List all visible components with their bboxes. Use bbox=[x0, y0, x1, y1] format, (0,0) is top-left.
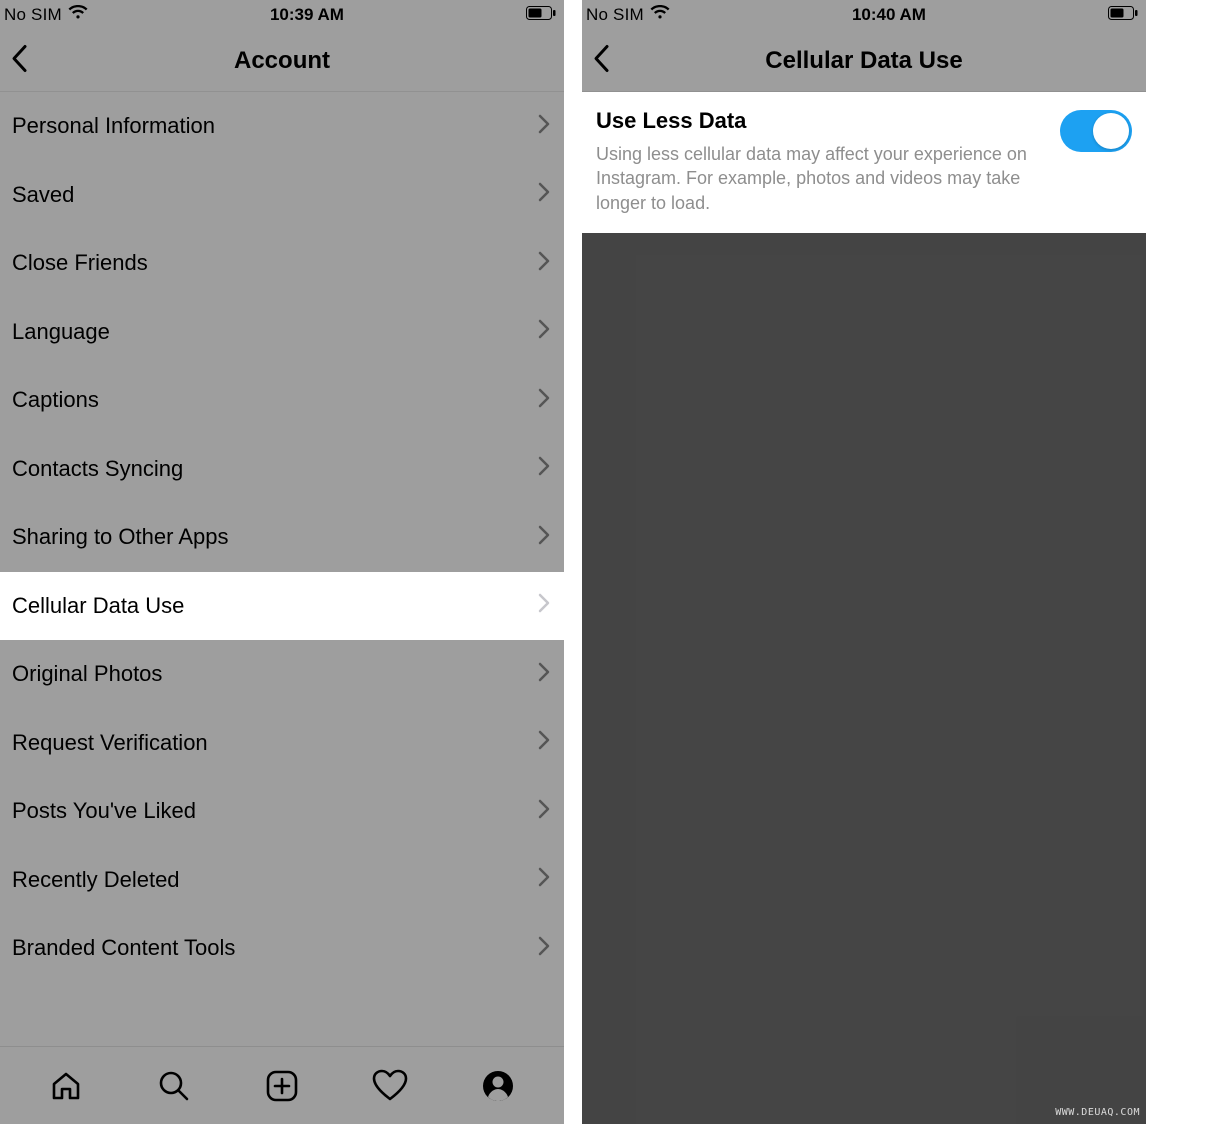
settings-row-contacts-syncing[interactable]: Contacts Syncing bbox=[0, 435, 564, 504]
settings-list[interactable]: Personal Information Saved Close Friends La… bbox=[0, 92, 564, 1046]
row-label: Recently Deleted bbox=[12, 867, 538, 893]
settings-row-branded-content-tools[interactable]: Branded Content Tools bbox=[0, 914, 564, 983]
row-label: Request Verification bbox=[12, 730, 538, 756]
carrier-label: No SIM bbox=[586, 5, 644, 25]
status-time: 10:39 AM bbox=[270, 5, 344, 25]
tab-search[interactable] bbox=[149, 1069, 199, 1103]
chevron-right-icon bbox=[538, 593, 550, 618]
battery-icon bbox=[1108, 5, 1138, 25]
battery-icon bbox=[526, 5, 556, 25]
empty-area bbox=[582, 233, 1146, 1124]
cellular-data-screen: No SIM 10:40 AM Cellular Data Use Use Le… bbox=[582, 0, 1146, 1124]
row-label: Cellular Data Use bbox=[12, 593, 538, 619]
row-label: Sharing to Other Apps bbox=[12, 524, 538, 550]
nav-title: Cellular Data Use bbox=[582, 47, 1146, 75]
tab-profile[interactable] bbox=[473, 1069, 523, 1103]
row-label: Saved bbox=[12, 182, 538, 208]
row-label: Personal Information bbox=[12, 113, 538, 139]
row-label: Captions bbox=[12, 387, 538, 413]
screenshot-gap bbox=[564, 0, 582, 1124]
settings-row-personal-information[interactable]: Personal Information bbox=[0, 92, 564, 161]
back-button[interactable] bbox=[592, 43, 610, 78]
chevron-right-icon bbox=[538, 730, 550, 755]
chevron-right-icon bbox=[538, 114, 550, 139]
use-less-data-toggle[interactable] bbox=[1060, 110, 1132, 152]
use-less-data-row: Use Less Data Using less cellular data m… bbox=[582, 92, 1146, 233]
chevron-right-icon bbox=[538, 936, 550, 961]
wifi-icon bbox=[68, 5, 88, 25]
settings-row-language[interactable]: Language bbox=[0, 298, 564, 367]
chevron-right-icon bbox=[538, 319, 550, 344]
screenshot-gap-right bbox=[1146, 0, 1227, 1124]
setting-description: Using less cellular data may affect your… bbox=[596, 142, 1036, 215]
row-label: Language bbox=[12, 319, 538, 345]
chevron-right-icon bbox=[538, 251, 550, 276]
tab-home[interactable] bbox=[41, 1069, 91, 1103]
chevron-right-icon bbox=[538, 456, 550, 481]
settings-row-recently-deleted[interactable]: Recently Deleted bbox=[0, 846, 564, 915]
settings-row-close-friends[interactable]: Close Friends bbox=[0, 229, 564, 298]
back-button[interactable] bbox=[10, 43, 28, 78]
row-label: Posts You've Liked bbox=[12, 798, 538, 824]
row-label: Contacts Syncing bbox=[12, 456, 538, 482]
settings-row-original-photos[interactable]: Original Photos bbox=[0, 640, 564, 709]
carrier-label: No SIM bbox=[4, 5, 62, 25]
settings-row-posts-you-ve-liked[interactable]: Posts You've Liked bbox=[0, 777, 564, 846]
settings-row-request-verification[interactable]: Request Verification bbox=[0, 709, 564, 778]
status-time: 10:40 AM bbox=[852, 5, 926, 25]
row-label: Original Photos bbox=[12, 661, 538, 687]
settings-row-saved[interactable]: Saved bbox=[0, 161, 564, 230]
toggle-knob bbox=[1093, 113, 1129, 149]
tab-activity[interactable] bbox=[365, 1069, 415, 1103]
status-left: No SIM bbox=[4, 5, 88, 25]
chevron-right-icon bbox=[538, 388, 550, 413]
nav-bar: Account bbox=[0, 30, 564, 92]
chevron-right-icon bbox=[538, 799, 550, 824]
row-label: Close Friends bbox=[12, 250, 538, 276]
account-settings-screen: No SIM 10:39 AM Account Personal Informa… bbox=[0, 0, 564, 1124]
watermark: WWW.DEUAQ.COM bbox=[1055, 1107, 1140, 1118]
chevron-right-icon bbox=[538, 662, 550, 687]
row-label: Branded Content Tools bbox=[12, 935, 538, 961]
settings-row-cellular-data-use[interactable]: Cellular Data Use bbox=[0, 572, 564, 641]
chevron-right-icon bbox=[538, 182, 550, 207]
status-bar: No SIM 10:39 AM bbox=[0, 0, 564, 30]
settings-row-sharing-to-other-apps[interactable]: Sharing to Other Apps bbox=[0, 503, 564, 572]
setting-title: Use Less Data bbox=[596, 108, 1060, 134]
nav-bar: Cellular Data Use bbox=[582, 30, 1146, 92]
tab-add[interactable] bbox=[257, 1069, 307, 1103]
chevron-right-icon bbox=[538, 525, 550, 550]
settings-row-captions[interactable]: Captions bbox=[0, 366, 564, 435]
chevron-right-icon bbox=[538, 867, 550, 892]
status-left: No SIM bbox=[586, 5, 670, 25]
tab-bar bbox=[0, 1046, 564, 1124]
nav-title: Account bbox=[0, 47, 564, 75]
wifi-icon bbox=[650, 5, 670, 25]
status-bar: No SIM 10:40 AM bbox=[582, 0, 1146, 30]
